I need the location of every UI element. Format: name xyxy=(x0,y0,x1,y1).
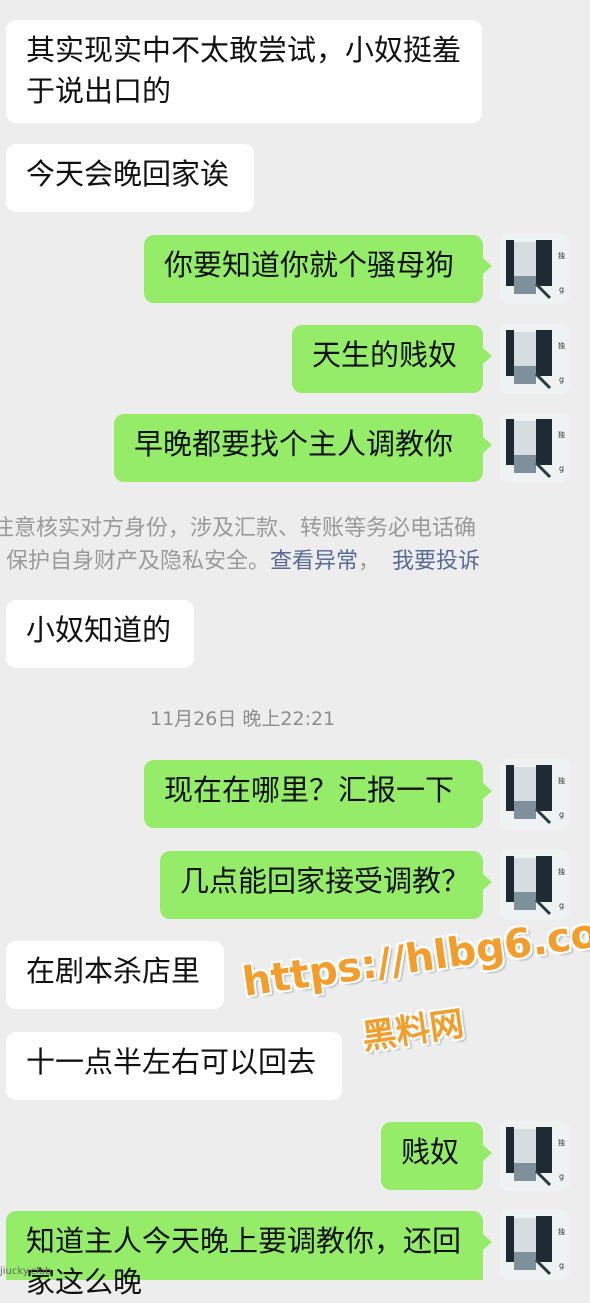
avatar[interactable]: 独 g xyxy=(500,324,570,394)
avatar[interactable]: 独 g xyxy=(500,850,570,920)
watermark-url: https://hlbg6.com xyxy=(239,904,590,1006)
svg-text:独: 独 xyxy=(558,1138,565,1147)
notice-text: 保护自身财产及隐私安全。 xyxy=(6,549,271,574)
svg-text:独: 独 xyxy=(558,776,565,785)
notice-line-2: 保护自身财产及隐私安全。查看异常， 我要投诉 xyxy=(0,545,590,578)
svg-text:独: 独 xyxy=(558,341,565,350)
avatar[interactable]: 独 g xyxy=(500,1210,570,1280)
message-text: 几点能回家接受调教？ xyxy=(180,864,471,898)
avatar-image: 独 g xyxy=(500,1121,570,1191)
view-exception-link[interactable]: 查看异常 xyxy=(270,549,358,574)
avatar-image: 独 g xyxy=(500,413,570,483)
avatar-image: 独 g xyxy=(500,1210,570,1280)
avatar[interactable]: 独 g xyxy=(500,413,570,483)
message-bubble-sent[interactable]: 贱奴 xyxy=(381,1122,492,1190)
timestamp: 11月26日 晚上22:21 xyxy=(150,708,336,730)
message-bubble-received[interactable]: 今天会晚回家诶 xyxy=(6,144,254,212)
svg-text:g: g xyxy=(559,285,564,294)
message-bubble-sent[interactable]: 几点能回家接受调教？ xyxy=(160,851,492,919)
message-text: 你要知道你就个骚母狗 xyxy=(164,248,455,282)
message-bubble-sent[interactable]: 现在在哪里？汇报一下 xyxy=(144,760,492,828)
svg-text:独: 独 xyxy=(558,867,565,876)
avatar-image: 独 g xyxy=(500,324,570,394)
security-notice: 注意核实对方身份，涉及汇款、转账等务必电话确 保护自身财产及隐私安全。查看异常，… xyxy=(0,512,590,578)
svg-text:g: g xyxy=(559,1261,564,1270)
message-bubble-received[interactable]: 十一点半左右可以回去 xyxy=(6,1032,342,1100)
svg-text:g: g xyxy=(559,1172,564,1181)
svg-text:独: 独 xyxy=(558,251,565,260)
message-text: 今天会晚回家诶 xyxy=(26,157,230,191)
message-text: 十一点半左右可以回去 xyxy=(26,1045,317,1079)
message-bubble-sent[interactable]: 早晚都要找个主人调教你 xyxy=(114,414,492,482)
watermark-site-name: 黑料网 xyxy=(359,1003,467,1058)
avatar-image: 独 g xyxy=(500,759,570,829)
corner-watermark: jiucky.club xyxy=(0,1266,52,1277)
avatar[interactable]: 独 g xyxy=(500,759,570,829)
notice-separator: ， xyxy=(358,549,381,574)
message-bubble-sent[interactable]: 你要知道你就个骚母狗 xyxy=(144,235,492,303)
notice-line-1: 注意核实对方身份，涉及汇款、转账等务必电话确 xyxy=(0,516,477,541)
message-text: 其实现实中不太敢尝试，小奴挺羞于说出口的 xyxy=(26,33,462,108)
avatar[interactable]: 独 g xyxy=(500,1121,570,1191)
message-bubble-received[interactable]: 小奴知道的 xyxy=(6,600,194,668)
svg-text:g: g xyxy=(559,901,564,910)
message-bubble-received[interactable]: 其实现实中不太敢尝试，小奴挺羞于说出口的 xyxy=(6,20,482,123)
svg-text:独: 独 xyxy=(558,430,565,439)
svg-text:g: g xyxy=(559,810,564,819)
message-bubble-sent[interactable]: 天生的贱奴 xyxy=(292,325,492,393)
avatar[interactable]: 独 g xyxy=(500,234,570,304)
message-bubble-received[interactable]: 在剧本杀店里 xyxy=(6,941,224,1009)
message-text: 知道主人今天晚上要调教你，还回家这么晚 xyxy=(26,1224,462,1299)
message-text: 天生的贱奴 xyxy=(312,338,458,372)
report-complaint-link[interactable]: 我要投诉 xyxy=(392,549,480,574)
message-text: 贱奴 xyxy=(401,1135,460,1169)
message-text: 小奴知道的 xyxy=(26,613,172,647)
message-text: 早晚都要找个主人调教你 xyxy=(134,427,454,461)
message-text: 在剧本杀店里 xyxy=(26,954,201,988)
avatar-image: 独 g xyxy=(500,850,570,920)
svg-text:g: g xyxy=(559,375,564,384)
avatar-image: 独 g xyxy=(500,234,570,304)
message-bubble-sent[interactable]: 知道主人今天晚上要调教你，还回家这么晚 xyxy=(6,1211,492,1299)
svg-text:g: g xyxy=(559,464,564,473)
svg-text:独: 独 xyxy=(558,1227,565,1236)
message-text: 现在在哪里？汇报一下 xyxy=(164,773,455,807)
